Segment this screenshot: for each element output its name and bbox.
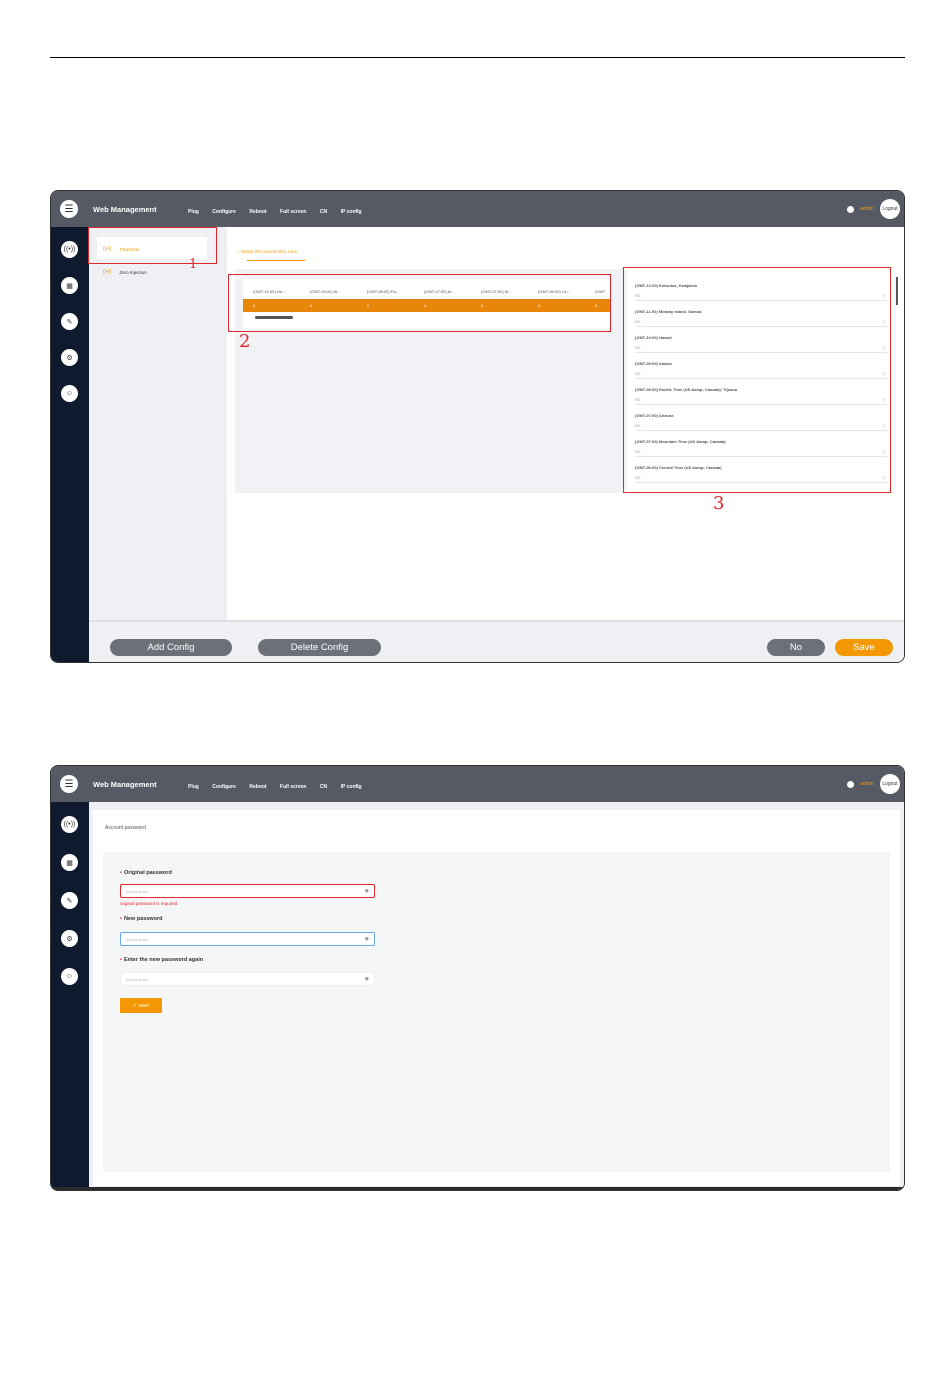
confirm-password-input[interactable]: please enter ◉ <box>120 972 375 986</box>
broadcast-icon[interactable]: ((•)) <box>61 816 78 833</box>
tab-select-timezone[interactable]: ○ Select the current time zone <box>237 249 297 254</box>
edit-icon[interactable]: ✎ <box>61 892 78 909</box>
menu-ip-config[interactable]: IP config <box>341 784 362 790</box>
tab-label: Select the current time zone <box>240 249 298 254</box>
user-name: admin <box>860 781 874 787</box>
grid-icon[interactable]: ▦ <box>61 854 78 871</box>
eye-off-icon[interactable]: ◉ <box>365 976 369 982</box>
top-menu: Plug Configure Reboot Full screen CN IP … <box>188 775 371 793</box>
menu-configure[interactable]: Configure <box>212 209 236 215</box>
sidebar: ((•)) ▦ ✎ ⚙ ☺ <box>51 227 89 662</box>
delete-config-button[interactable]: Delete Config <box>258 639 381 656</box>
logout-button[interactable]: Logout <box>880 774 900 794</box>
screenshot-timezone: ☰ Web Management Plug Configure Reboot F… <box>50 190 905 663</box>
menu-reboot[interactable]: Reboot <box>249 784 266 790</box>
add-config-button[interactable]: Add Config <box>110 639 232 656</box>
logout-button[interactable]: Logout <box>880 199 900 219</box>
menu-toggle-icon[interactable]: ☰ <box>60 775 78 793</box>
user-icon <box>847 205 855 213</box>
page-top-rule <box>50 57 905 58</box>
new-password-label: • New password <box>120 916 163 922</box>
content-card: Account password • Original password plea… <box>93 810 900 1186</box>
menu-configure[interactable]: Configure <box>212 784 236 790</box>
broadcast-icon: ((•)) <box>103 269 112 275</box>
user-icon <box>847 780 855 788</box>
button-label: save <box>138 1002 150 1009</box>
user-profile-icon[interactable]: ☺ <box>61 968 78 985</box>
eye-off-icon[interactable]: ◉ <box>365 888 369 894</box>
settings-icon[interactable]: ⚙ <box>61 349 78 366</box>
no-button[interactable]: No <box>767 639 825 656</box>
top-menu: Plug Configure Reboot Full screen CN IP … <box>188 200 371 218</box>
menu-cn[interactable]: CN <box>320 209 327 215</box>
original-password-label: • Original password <box>120 870 172 876</box>
annotation-number-2: 2 <box>239 331 251 352</box>
menu-reboot[interactable]: Reboot <box>249 209 266 215</box>
menu-full-screen[interactable]: Full screen <box>280 209 306 215</box>
sub-menu: ((•)) TimeZone ((•)) Zero Injection <box>89 227 227 620</box>
menu-cn[interactable]: CN <box>320 784 327 790</box>
annotation-box-1 <box>88 227 217 264</box>
sub-item-label: Zero Injection <box>119 269 147 275</box>
tab-underline <box>247 260 305 261</box>
annotation-box-3 <box>623 267 891 493</box>
original-password-error: original password is required <box>120 901 178 906</box>
footer-actions: Add Config Delete Config No Save <box>89 620 904 662</box>
menu-full-screen[interactable]: Full screen <box>280 784 306 790</box>
window-bottom-edge <box>51 1187 904 1190</box>
save-button[interactable]: Save <box>835 639 893 656</box>
app-title: Web Management <box>93 204 157 214</box>
screenshot-account-password: ☰ Web Management Plug Configure Reboot F… <box>50 765 905 1191</box>
menu-plug[interactable]: Plug <box>188 784 199 790</box>
password-form: • Original password please enter ◉ origin… <box>103 852 890 1172</box>
input-placeholder: please enter <box>126 977 149 982</box>
settings-icon[interactable]: ⚙ <box>61 930 78 947</box>
confirm-password-label: • Enter the new password again <box>120 957 204 963</box>
annotation-box-2 <box>228 274 611 332</box>
edit-icon[interactable]: ✎ <box>61 313 78 330</box>
broadcast-icon[interactable]: ((•)) <box>61 241 78 258</box>
annotation-number-1: 1 <box>189 257 198 272</box>
eye-off-icon[interactable]: ◉ <box>365 936 369 942</box>
menu-plug[interactable]: Plug <box>188 209 199 215</box>
sidebar: ((•)) ▦ ✎ ⚙ ☺ <box>51 802 89 1190</box>
vertical-scrollbar[interactable] <box>896 277 898 305</box>
user-name: admin <box>860 206 874 212</box>
app-title: Web Management <box>93 779 157 789</box>
sub-item-zero-injection[interactable]: ((•)) Zero Injection <box>103 269 147 275</box>
menu-ip-config[interactable]: IP config <box>341 209 362 215</box>
save-password-button[interactable]: ✓ save <box>120 998 162 1013</box>
original-password-input[interactable]: please enter ◉ <box>120 884 375 898</box>
section-title: Account password <box>105 825 146 831</box>
app-header: ☰ Web Management Plug Configure Reboot F… <box>51 191 904 227</box>
main-content: Account password • Original password plea… <box>89 802 904 1190</box>
app-header: ☰ Web Management Plug Configure Reboot F… <box>51 766 904 802</box>
input-placeholder: please enter <box>126 937 149 942</box>
user-profile-icon[interactable]: ☺ <box>61 385 78 402</box>
grid-icon[interactable]: ▦ <box>61 277 78 294</box>
input-placeholder: please enter <box>126 889 149 894</box>
menu-toggle-icon[interactable]: ☰ <box>60 200 78 218</box>
new-password-input[interactable]: please enter ◉ <box>120 932 375 946</box>
annotation-number-3: 3 <box>713 493 725 514</box>
